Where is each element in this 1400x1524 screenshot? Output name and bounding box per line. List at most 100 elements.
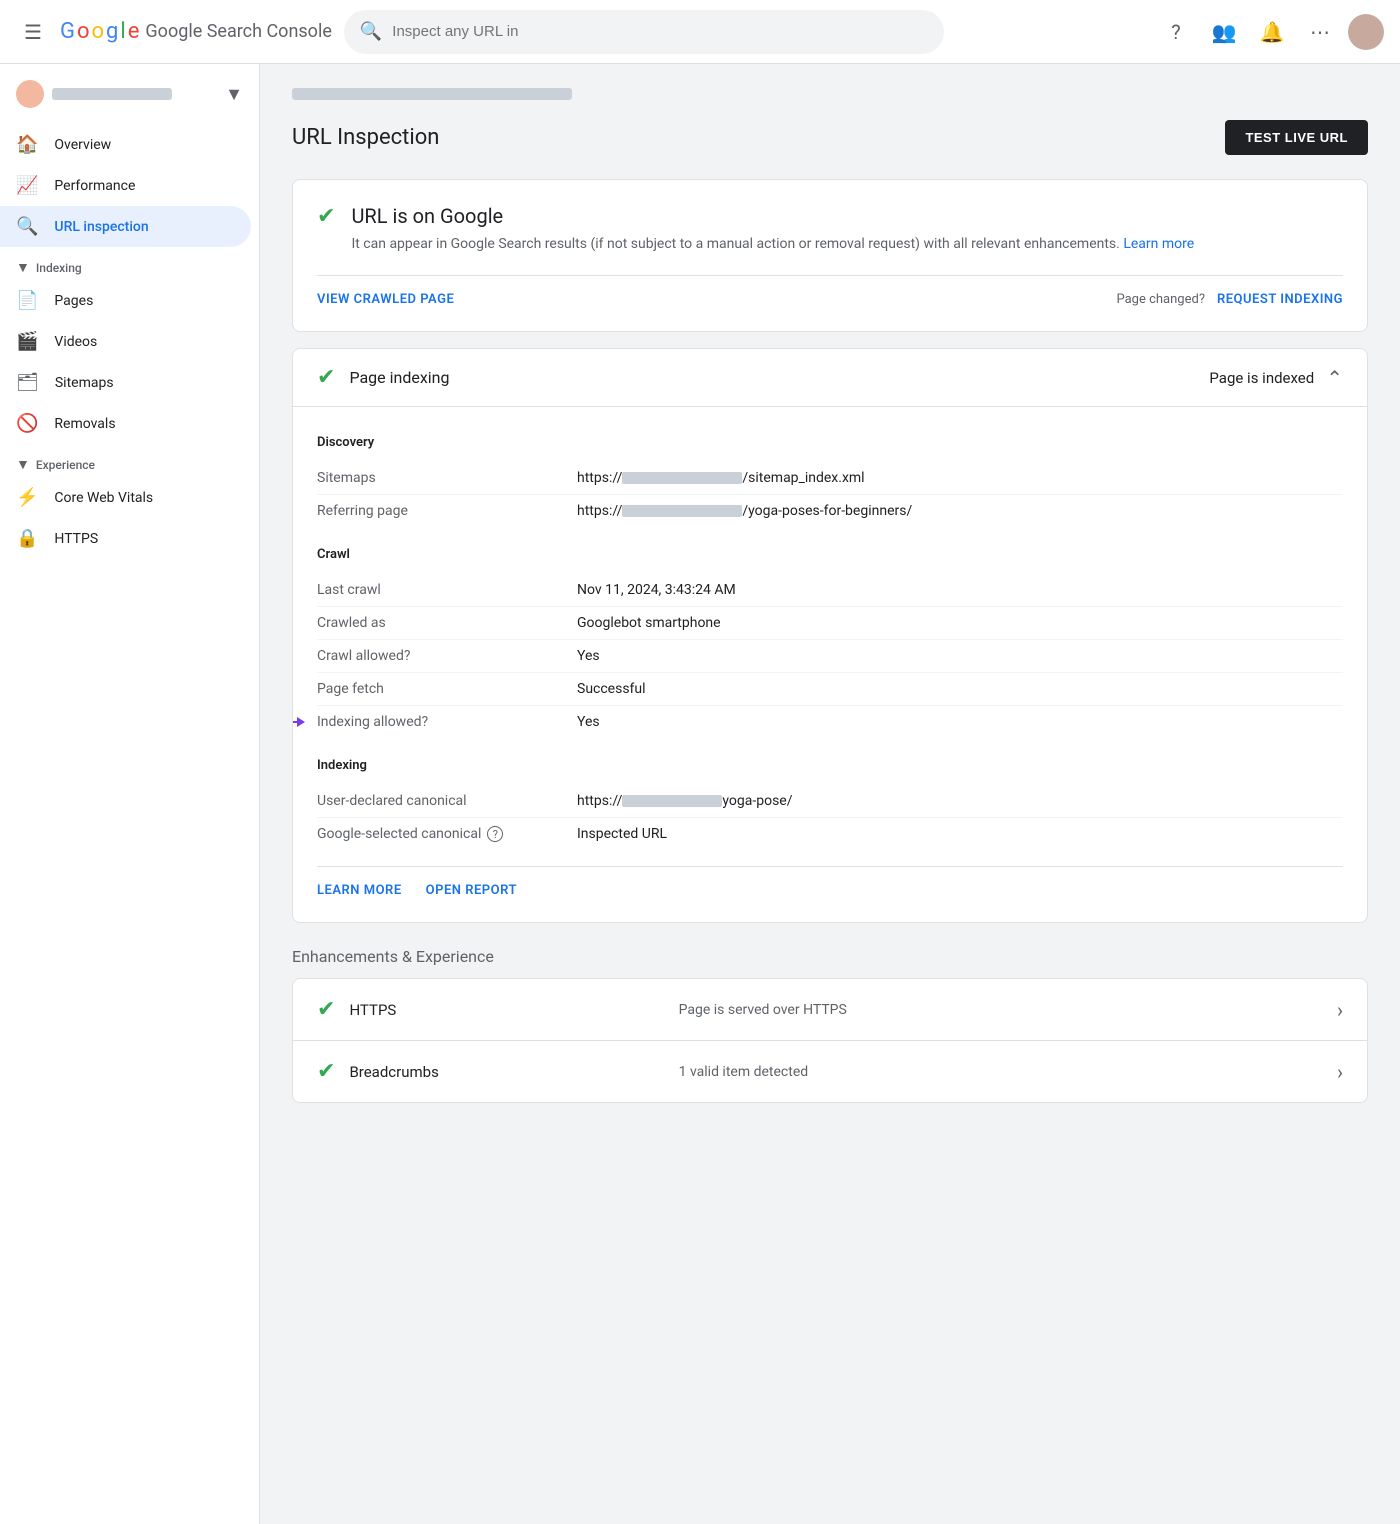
sidebar-item-performance[interactable]: 📈 Performance — [0, 165, 251, 206]
apps-icon-btn[interactable]: ⋯ — [1300, 12, 1340, 52]
indexing-group-section: Indexing User-declared canonical https:/… — [317, 758, 1343, 850]
https-enhancement-row[interactable]: ✔ HTTPS Page is served over HTTPS › — [293, 979, 1367, 1041]
property-selector[interactable]: ▼ — [0, 72, 259, 124]
avatar[interactable] — [1348, 14, 1384, 50]
indexing-header-left: ✔ Page indexing — [317, 365, 449, 390]
crawled-as-label: Crawled as — [317, 615, 577, 631]
status-title: URL is on Google — [351, 204, 1194, 228]
referring-page-value: https:///yoga-poses-for-beginners/ — [577, 503, 912, 519]
page-fetch-label: Page fetch — [317, 681, 577, 697]
sidebar-item-removals[interactable]: 🚫 Removals — [0, 403, 251, 444]
test-live-url-button[interactable]: TEST LIVE URL — [1225, 120, 1368, 155]
search-input[interactable] — [392, 23, 928, 40]
request-indexing-link[interactable]: REQUEST INDEXING — [1217, 292, 1343, 307]
sidebar-item-url-inspection[interactable]: 🔍 URL inspection — [0, 206, 251, 247]
enhancements-section: Enhancements & Experience ✔ HTTPS Page i… — [292, 947, 1368, 1103]
status-actions: VIEW CRAWLED PAGE Page changed? REQUEST … — [317, 275, 1343, 307]
indexing-card: ✔ Page indexing Page is indexed ⌃ Discov… — [292, 348, 1368, 923]
indexing-body: Discovery Sitemaps https:///sitemap_inde… — [293, 407, 1367, 922]
learn-more-link[interactable]: Learn more — [1123, 236, 1194, 252]
indexing-allowed-row: Indexing allowed? Yes — [317, 706, 1343, 738]
sidebar-item-https[interactable]: 🔒 HTTPS — [0, 518, 251, 559]
google-canonical-label: Google-selected canonical ? — [317, 826, 577, 842]
sidebar-label-pages: Pages — [54, 293, 93, 309]
referring-page-url-blurred — [622, 505, 742, 517]
sidebar-item-core-web-vitals[interactable]: ⚡ Core Web Vitals — [0, 477, 251, 518]
view-crawled-page-link[interactable]: VIEW CRAWLED PAGE — [317, 292, 454, 307]
https-enhancement-name: HTTPS — [349, 1001, 678, 1019]
search-icon: 🔍 — [360, 21, 382, 42]
sidebar-item-videos[interactable]: 🎬 Videos — [0, 321, 251, 362]
people-icon-btn[interactable]: 👥 — [1204, 12, 1244, 52]
status-description: It can appear in Google Search results (… — [351, 234, 1194, 255]
breadcrumbs-enhancement-name: Breadcrumbs — [349, 1063, 678, 1081]
indexing-footer: LEARN MORE OPEN REPORT — [317, 866, 1343, 898]
topbar: ☰ Google Google Search Console 🔍 ? 👥 🔔 ⋯ — [0, 0, 1400, 64]
experience-section-label[interactable]: ▼ Experience — [0, 444, 259, 477]
dropdown-arrow-icon: ▼ — [225, 84, 243, 105]
app-name: Google Search Console — [145, 21, 331, 42]
breadcrumbs-enhancement-status: 1 valid item detected — [679, 1064, 1337, 1080]
crawl-allowed-row: Crawl allowed? Yes — [317, 640, 1343, 673]
page-title: URL Inspection — [292, 125, 439, 150]
breadcrumbs-chevron-right-icon: › — [1337, 1060, 1343, 1084]
sitemaps-icon: 🗂 — [16, 372, 39, 393]
crawl-label: Crawl — [317, 547, 1343, 562]
notifications-icon-btn[interactable]: 🔔 — [1252, 12, 1292, 52]
sitemaps-row: Sitemaps https:///sitemap_index.xml — [317, 462, 1343, 495]
last-crawl-value: Nov 11, 2024, 3:43:24 AM — [577, 582, 736, 598]
help-circle-icon[interactable]: ? — [487, 826, 503, 842]
sidebar-item-overview[interactable]: 🏠 Overview — [0, 124, 251, 165]
indexing-header[interactable]: ✔ Page indexing Page is indexed ⌃ — [293, 349, 1367, 407]
crawled-as-row: Crawled as Googlebot smartphone — [317, 607, 1343, 640]
sidebar-label-videos: Videos — [54, 334, 97, 350]
indexing-collapse-icon: ▼ — [16, 259, 30, 276]
sidebar-label-url-inspection: URL inspection — [54, 219, 148, 235]
last-crawl-row: Last crawl Nov 11, 2024, 3:43:24 AM — [317, 574, 1343, 607]
https-enhancement-status: Page is served over HTTPS — [679, 1002, 1337, 1018]
sidebar-label-performance: Performance — [54, 178, 135, 194]
home-icon: 🏠 — [16, 134, 38, 155]
property-name — [52, 88, 217, 100]
property-avatar — [16, 80, 44, 108]
indexing-title: Page indexing — [349, 368, 449, 387]
sidebar: ▼ 🏠 Overview 📈 Performance 🔍 URL inspect… — [0, 64, 260, 1524]
sitemaps-value: https:///sitemap_index.xml — [577, 470, 865, 486]
last-crawl-label: Last crawl — [317, 582, 577, 598]
user-canonical-value: https://yoga-pose/ — [577, 793, 793, 809]
crawl-allowed-value: Yes — [577, 648, 600, 664]
logo-g2: g — [106, 19, 118, 44]
https-icon: 🔒 — [16, 528, 38, 549]
open-report-link[interactable]: OPEN REPORT — [426, 883, 517, 898]
help-icon-btn[interactable]: ? — [1156, 12, 1196, 52]
search-bar[interactable]: 🔍 — [344, 10, 944, 54]
topbar-left: ☰ Google Google Search Console — [16, 12, 332, 52]
https-check-icon: ✔ — [317, 997, 335, 1022]
sidebar-item-sitemaps[interactable]: 🗂 Sitemaps — [0, 362, 251, 403]
referring-page-label: Referring page — [317, 503, 577, 519]
main-content: URL Inspection TEST LIVE URL ✔ URL is on… — [260, 64, 1400, 1524]
arrow-head-icon — [297, 717, 305, 727]
enhancements-card: ✔ HTTPS Page is served over HTTPS › ✔ Br… — [292, 978, 1368, 1103]
google-canonical-row: Google-selected canonical ? Inspected UR… — [317, 818, 1343, 850]
crawl-section: Crawl Last crawl Nov 11, 2024, 3:43:24 A… — [317, 547, 1343, 738]
hamburger-icon[interactable]: ☰ — [16, 12, 50, 52]
logo-e: e — [128, 19, 140, 44]
indexing-allowed-label: Indexing allowed? — [317, 714, 577, 730]
url-inspection-icon: 🔍 — [16, 216, 38, 237]
page-changed: Page changed? REQUEST INDEXING — [1116, 292, 1343, 307]
user-canonical-label: User-declared canonical — [317, 793, 577, 809]
performance-icon: 📈 — [16, 175, 38, 196]
sidebar-label-sitemaps: Sitemaps — [55, 375, 114, 391]
breadcrumb — [292, 88, 1368, 104]
sitemaps-label: Sitemaps — [317, 470, 577, 486]
indexing-section-label[interactable]: ▼ Indexing — [0, 247, 259, 280]
learn-more-indexing-link[interactable]: LEARN MORE — [317, 883, 402, 898]
breadcrumbs-enhancement-row[interactable]: ✔ Breadcrumbs 1 valid item detected › — [293, 1041, 1367, 1102]
indexing-allowed-value: Yes — [577, 714, 600, 730]
topbar-actions: ? 👥 🔔 ⋯ — [1156, 12, 1384, 52]
discovery-label: Discovery — [317, 435, 1343, 450]
crawled-as-value: Googlebot smartphone — [577, 615, 721, 631]
sidebar-label-https: HTTPS — [54, 531, 98, 547]
sidebar-item-pages[interactable]: 📄 Pages — [0, 280, 251, 321]
